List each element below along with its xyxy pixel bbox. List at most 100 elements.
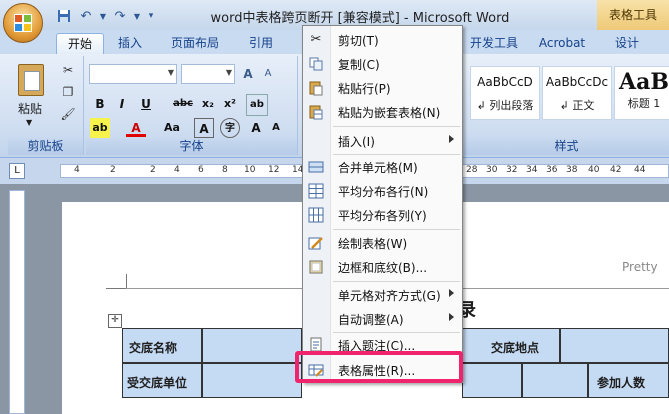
menu-item-cut[interactable]: ✂ 剪切(T) [303,28,462,52]
character-shading-button[interactable]: A [194,118,214,138]
format-painter-icon[interactable]: 🖌 [60,106,76,122]
menu-item-paste-nested-table[interactable]: 粘贴为嵌套表格(N) [303,100,462,124]
window-title: word中表格跨页断开 [兼容模式] - Microsoft Word [210,11,510,26]
font-name-combo[interactable] [89,64,177,84]
style-heading-1[interactable]: AaB 标题 1 [614,66,669,120]
tab-home[interactable]: 开始 [56,33,104,55]
ruler-number: 30 [486,165,498,175]
copy-icon[interactable]: ❐ [60,84,76,100]
grow-font-button[interactable]: A [246,118,266,138]
vertical-ruler[interactable] [9,190,25,414]
menu-item-autofit[interactable]: 自动调整(A) [303,307,462,331]
highlight-icon[interactable]: ab [90,118,110,138]
paste-dropdown-icon[interactable]: ▼ [26,118,32,127]
clipboard-group-label: 剪贴板 [8,138,83,155]
subscript-button[interactable]: x₂ [198,94,218,114]
superscript-button[interactable]: x² [220,94,240,114]
redo-dropdown-icon[interactable]: ▼ [133,7,141,25]
ruler-number: 4 [74,165,80,175]
font-size-combo[interactable] [181,64,235,84]
redo-icon[interactable]: ↷ [111,7,129,25]
ruler-number: 8 [222,165,228,175]
style-normal[interactable]: AaBbCcDc ↲ 正文 [542,66,612,120]
menu-item-borders-shading[interactable]: 边框和底纹(B)... [303,255,462,279]
menu-item-distribute-columns[interactable]: 平均分布各列(Y) [303,203,462,227]
table-cell[interactable] [560,328,669,363]
tab-page-layout[interactable]: 页面布局 [162,33,228,54]
ruler-number: 38 [566,165,578,175]
ruler-number: 10 [244,165,256,175]
customize-qat-icon[interactable]: ▾ [145,7,157,25]
merge-cells-icon [308,159,324,175]
undo-dropdown-icon[interactable]: ▼ [99,7,107,25]
paste-table-icon [308,104,324,120]
table-cell[interactable]: 交底地点 [462,328,560,363]
style-list-paragraph[interactable]: AaBbCcD ↲ 列出段落 [470,66,540,120]
ruler-number: 6 [198,165,204,175]
paste-button-label[interactable]: 粘贴 [18,100,42,117]
cut-icon[interactable]: ✂ [60,62,76,78]
enclose-character-button[interactable]: 字 [220,118,240,138]
underline-button[interactable]: U [136,94,156,114]
menu-item-paste-rows[interactable]: 粘贴行(P) [303,76,462,100]
font-group-label: 字体 [86,138,297,155]
margin-corner-mark [106,274,127,289]
table-cell[interactable] [202,328,302,363]
shrink-font-icon[interactable]: A [260,66,276,82]
styles-group-label: 样式 [464,138,669,155]
ruler-number: 2 [150,165,156,175]
menu-item-copy[interactable]: 复制(C) [303,52,462,76]
italic-button[interactable]: I [112,94,132,114]
menu-separator [333,126,460,127]
strikethrough-button[interactable]: abc [170,94,196,114]
table-cell[interactable]: 受交底单位 [122,363,202,398]
ruler-number: 42 [610,165,622,175]
paste-icon[interactable] [18,64,44,96]
change-case-button[interactable]: Aa [160,118,184,138]
ruler-number: 2 [110,165,116,175]
menu-item-draw-table[interactable]: 绘制表格(W) [303,231,462,255]
submenu-arrow-icon [449,289,454,297]
menu-item-distribute-rows[interactable]: 平均分布各行(N) [303,179,462,203]
clear-format-icon[interactable]: ab [246,94,268,116]
header-text: Pretty [622,260,658,274]
shrink-font-button[interactable]: A [266,118,286,138]
table-move-handle-icon[interactable]: ✛ [108,314,122,328]
distribute-rows-icon [308,183,324,199]
font-color-button[interactable]: A [126,118,146,137]
undo-icon[interactable]: ↶ [77,7,95,25]
tab-acrobat[interactable]: Acrobat [532,33,592,54]
menu-item-insert[interactable]: 插入(I) [303,129,462,153]
table-cell[interactable] [522,363,588,398]
ruler-number: 32 [506,165,518,175]
bold-button[interactable]: B [90,94,110,114]
copy-icon [308,56,324,72]
tab-references[interactable]: 引用 [238,33,284,54]
table-cell[interactable] [462,363,522,398]
table-cell[interactable]: 交底名称 [122,328,202,363]
ruler-number: 12 [268,165,280,175]
ruler-number: 40 [588,165,600,175]
tab-selector-icon[interactable]: L [9,163,25,179]
tab-developer[interactable]: 开发工具 [464,33,524,54]
tab-design[interactable]: 设计 [604,33,650,54]
annotation-highlight-box [295,351,463,383]
save-icon[interactable] [55,7,73,25]
ruler-number: 4 [174,165,180,175]
table-tools-context-tab: 表格工具 [597,0,669,30]
ruler-number: 34 [526,165,538,175]
table-cell[interactable]: 参加人数 [588,363,669,398]
tab-insert[interactable]: 插入 [108,33,152,54]
menu-separator [333,281,460,282]
table-cell[interactable] [202,363,302,398]
font-group: A A B I U abc x₂ x² ab ab A Aa A 字 A A 字… [86,56,298,155]
submenu-arrow-icon [449,135,454,143]
ruler-number: 44 [634,165,646,175]
menu-item-cell-alignment[interactable]: 单元格对齐方式(G) [303,283,462,307]
menu-item-merge-cells[interactable]: 合并单元格(M) [303,155,462,179]
office-button[interactable] [3,3,43,43]
grow-font-icon[interactable]: A [240,66,256,82]
borders-shading-icon [308,259,324,275]
quick-access-toolbar: ↶ ▼ ↷ ▼ ▾ [55,5,157,27]
office-logo-icon [14,14,32,32]
